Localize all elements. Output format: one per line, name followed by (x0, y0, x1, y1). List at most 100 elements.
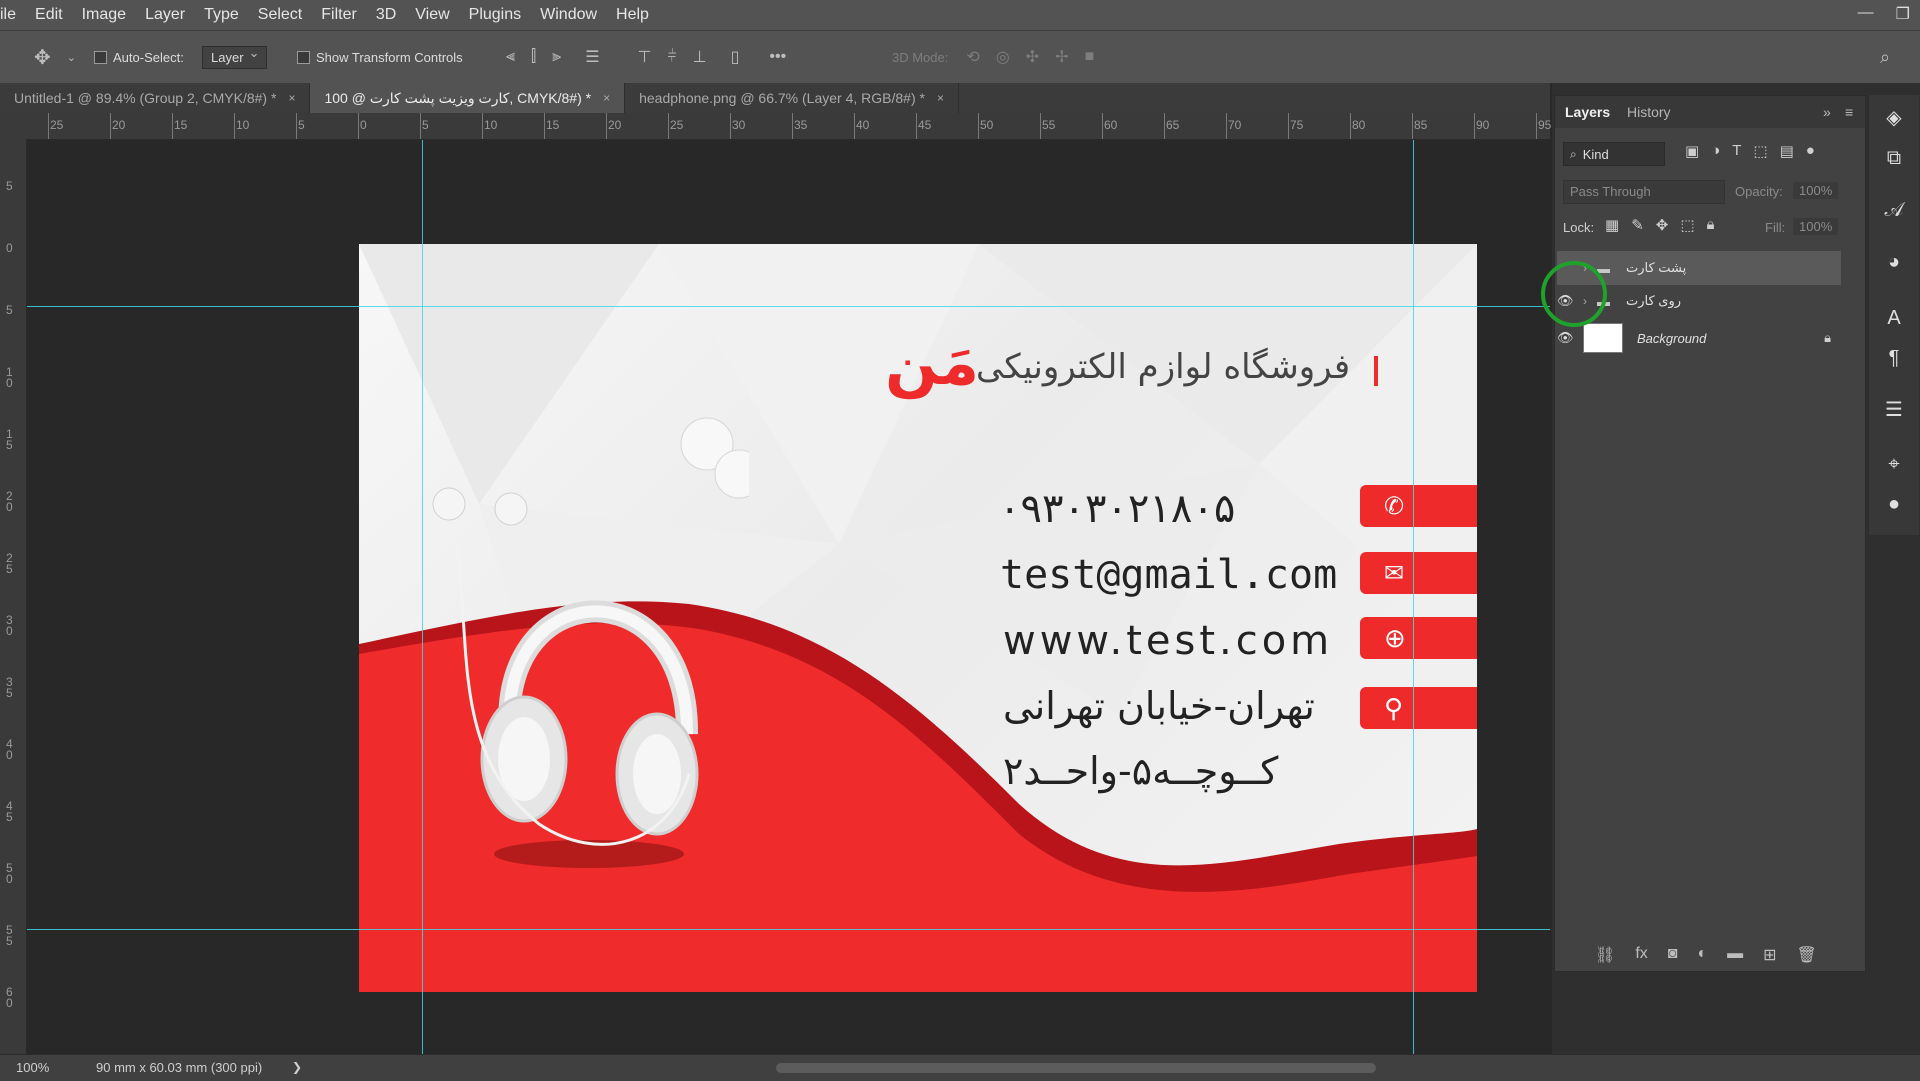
blend-mode-dropdown[interactable]: Pass Through (1563, 180, 1725, 204)
3d-camera-icon[interactable]: ■ (1085, 48, 1095, 66)
document-info[interactable]: 90 mm x 60.03 mm (300 ppi) (96, 1060, 262, 1075)
distribute-icon[interactable]: ☰ (585, 47, 599, 67)
auto-select-checkbox[interactable] (94, 50, 107, 64)
horizontal-scrollbar[interactable] (776, 1063, 1376, 1073)
properties-icon[interactable]: ☰ (1869, 397, 1919, 422)
guide-vertical[interactable] (1413, 140, 1414, 1054)
align-vcenter-icon[interactable]: ⫩ (667, 48, 676, 66)
align-bottom-icon[interactable]: ⊥ (693, 47, 707, 67)
close-icon[interactable]: × (288, 91, 295, 105)
layers-panel-icon[interactable]: ◈ (1869, 105, 1919, 130)
add-mask-icon[interactable]: ◙ (1668, 945, 1678, 965)
tab-layers[interactable]: Layers (1565, 96, 1610, 128)
align-hcenter-icon[interactable]: ⫿ (531, 48, 536, 66)
phone-bar: ✆ (1360, 485, 1477, 527)
move-tool-icon[interactable]: ✥ (34, 45, 51, 70)
store-title: فروشگاه لوازم الکترونیکی (976, 347, 1351, 387)
website-bar: ⊕ (1360, 617, 1477, 659)
ruler-tick (358, 113, 359, 139)
chevron-down-icon[interactable]: ⌄ (67, 51, 76, 64)
filter-type-icon[interactable]: T (1732, 142, 1741, 160)
paths-icon[interactable]: ⌖ (1869, 453, 1919, 476)
adjustment-layer-icon[interactable]: ◐ (1697, 945, 1707, 965)
panel-menu-icon[interactable]: ≡ (1845, 96, 1853, 128)
ruler-tick-label: 85 (1414, 118, 1428, 132)
3d-orbit-icon[interactable]: ⟲ (966, 47, 979, 67)
menu-3d[interactable]: 3D (367, 0, 406, 30)
tab-untitled[interactable]: Untitled-1 @ 89.4% (Group 2, CMYK/8#) * … (0, 83, 311, 113)
menu-edit[interactable]: Edit (26, 0, 73, 30)
close-icon[interactable]: × (937, 91, 944, 105)
new-group-icon[interactable]: ▬ (1727, 945, 1743, 965)
restore-icon[interactable]: ❐ (1896, 4, 1910, 24)
opacity-value[interactable]: 100% (1793, 182, 1839, 199)
collapse-panel-icon[interactable]: » (1823, 96, 1831, 128)
link-layers-icon[interactable]: ⛓ (1595, 945, 1615, 965)
ruler-vertical[interactable]: 5051015202530354045505560 (0, 139, 27, 1054)
filter-shape-icon[interactable]: ⬚ (1753, 142, 1767, 160)
lock-paint-icon[interactable]: ✎ (1631, 216, 1644, 234)
paragraph-icon[interactable]: ¶ (1869, 347, 1919, 370)
align-right-icon[interactable]: ⫸ (552, 48, 561, 66)
fill-value[interactable]: 100% (1793, 218, 1839, 235)
ruler-tick (1536, 113, 1537, 139)
menu-view[interactable]: View (406, 0, 459, 30)
ruler-tick-label: 15 (6, 427, 13, 452)
show-transform-checkbox[interactable] (297, 50, 310, 64)
menu-image[interactable]: Image (73, 0, 136, 30)
lock-position-icon[interactable]: ✥ (1656, 216, 1669, 234)
menu-file[interactable]: ile (0, 0, 26, 30)
ruler-tick (730, 113, 731, 139)
menu-filter[interactable]: Filter (312, 0, 367, 30)
delete-layer-icon[interactable]: 🗑︎ (1797, 945, 1817, 965)
menu-type[interactable]: Type (195, 0, 249, 30)
document-tabs: Untitled-1 @ 89.4% (Group 2, CMYK/8#) * … (0, 83, 1550, 113)
filter-adjustment-icon[interactable]: ◑ (1711, 142, 1720, 160)
guide-vertical[interactable] (422, 140, 423, 1054)
ruler-tick-label: 10 (236, 118, 250, 132)
menu-help[interactable]: Help (607, 0, 659, 30)
menu-window[interactable]: Window (531, 0, 607, 30)
3d-roll-icon[interactable]: ◎ (996, 47, 1010, 67)
3d-pan-icon[interactable]: ✣ (1026, 47, 1039, 67)
menu-select[interactable]: Select (249, 0, 312, 30)
3d-slide-icon[interactable]: ✢ (1055, 47, 1068, 67)
libraries-icon[interactable]: ⧉ (1869, 147, 1919, 170)
search-icon[interactable]: ⌕ (1880, 47, 1890, 68)
channels-icon[interactable]: ● (1869, 493, 1919, 516)
new-layer-icon[interactable]: ⊞ (1763, 945, 1776, 965)
business-card-document[interactable]: فروشگاه لوازم الکترونیکی مَن ۰۹۳۰۳۰۲۱۸۰۵… (359, 244, 1477, 992)
guide-horizontal[interactable] (27, 306, 1550, 307)
color-icon[interactable]: ◕ (1869, 251, 1919, 274)
character-icon[interactable]: A (1869, 307, 1919, 330)
lock-icon: 🔒︎ (1824, 330, 1831, 345)
more-options-icon[interactable]: ••• (769, 48, 786, 66)
status-arrow-icon[interactable]: ❯ (292, 1060, 302, 1074)
glyphs-icon[interactable]: 𝒜 (1869, 199, 1919, 222)
close-icon[interactable]: × (603, 91, 610, 105)
ruler-tick (1288, 113, 1289, 139)
tab-history[interactable]: History (1627, 96, 1671, 128)
tab-headphone[interactable]: headphone.png @ 66.7% (Layer 4, RGB/8#) … (625, 83, 959, 113)
lock-transparent-icon[interactable]: ▦ (1605, 216, 1619, 234)
filter-toggle-icon[interactable]: ● (1806, 142, 1815, 160)
auto-select-dropdown[interactable]: Layer (202, 45, 267, 69)
filter-smartobject-icon[interactable]: ▤ (1780, 142, 1794, 160)
fx-icon[interactable]: fx (1635, 945, 1647, 965)
menu-plugins[interactable]: Plugins (460, 0, 531, 30)
tab-business-card[interactable]: 100 @ کارت ویزیت پشت کارت, CMYK/8#) * × (310, 83, 626, 113)
align-left-icon[interactable]: ⫷ (506, 48, 515, 66)
minimize-icon[interactable]: — (1858, 4, 1874, 24)
lock-artboard-icon[interactable]: ⬚ (1680, 216, 1694, 234)
eye-icon[interactable]: 👁︎ (1557, 330, 1583, 346)
layer-row-background[interactable]: 👁︎ Background 🔒︎ (1557, 318, 1841, 358)
menu-layer[interactable]: Layer (136, 0, 195, 30)
lock-all-icon[interactable]: 🔒︎ (1707, 216, 1715, 234)
ruler-horizontal[interactable]: 25 20 15 10 5 0 5 10 15 20 25 30 35 40 45 50 55 60 65 70 75 8… (0, 113, 1551, 140)
distribute-vertical-icon[interactable]: ▯ (731, 47, 740, 67)
filter-kind-dropdown[interactable]: ⌕ Kind (1563, 142, 1665, 166)
zoom-level[interactable]: 100% (16, 1060, 49, 1075)
guide-horizontal[interactable] (27, 929, 1550, 930)
filter-pixel-icon[interactable]: ▣ (1685, 142, 1699, 160)
align-top-icon[interactable]: ⊤ (638, 47, 652, 67)
